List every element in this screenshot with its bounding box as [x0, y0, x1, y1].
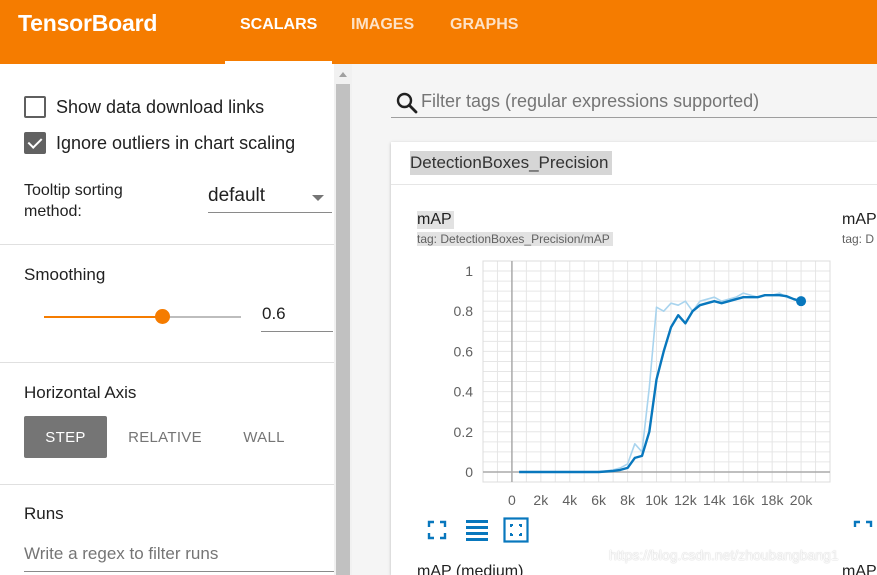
chart-tag-secondary: tag: D [842, 232, 875, 246]
tab-scalars[interactable]: SCALARS [240, 16, 317, 34]
y-tick-label: 0.2 [454, 424, 474, 440]
sidebar-scrollbar[interactable] [334, 64, 352, 575]
ignore-outliers-label: Ignore outliers in chart scaling [56, 132, 296, 153]
x-tick-label: 2k [533, 492, 549, 508]
map-line-chart[interactable]: 0 0.2 0.4 0.6 0.8 1 0 2k 4k 6k 8k 10k 12k 14k 16k 18k 20… [430, 255, 850, 515]
tooltip-sorting-value: default [208, 185, 266, 206]
tab-images[interactable]: IMAGES [351, 16, 414, 34]
dropdown-caret-icon [312, 195, 324, 201]
axis-step-button[interactable]: STEP [24, 416, 107, 458]
axis-wall-button[interactable]: WALL [228, 416, 300, 458]
y-tick-label: 1 [465, 263, 473, 279]
tag-filter[interactable]: Filter tags (regular expressions support… [391, 88, 877, 118]
tooltip-sorting-label: Tooltip sorting method: [24, 182, 123, 220]
last-point-marker [796, 296, 807, 307]
search-icon [396, 92, 418, 114]
top-app-bar: TensorBoard SCALARS IMAGES GRAPHS [0, 0, 877, 64]
tag-filter-placeholder: Filter tags (regular expressions support… [421, 91, 760, 111]
x-tick-label: 8k [620, 492, 636, 508]
y-tick-label: 0.4 [454, 384, 474, 400]
app-brand[interactable]: TensorBoard [18, 10, 157, 37]
runs-filter-input[interactable]: Write a regex to filter runs [24, 544, 334, 572]
axis-relative-button[interactable]: RELATIVE [120, 416, 210, 458]
next-chart-title: mAP (medium) [417, 563, 524, 575]
x-tick-label: 4k [562, 492, 578, 508]
show-download-links-checkbox[interactable] [24, 96, 46, 118]
chart-title: mAP [417, 211, 454, 229]
scrollbar-thumb[interactable] [336, 84, 350, 575]
log-scale-icon[interactable] [464, 517, 490, 543]
sidebar-divider [0, 362, 334, 363]
x-tick-label: 18k [761, 492, 785, 508]
chart-title-secondary: mAP [842, 211, 877, 228]
x-tick-label: 20k [790, 492, 814, 508]
sidebar-divider [0, 484, 334, 485]
scroll-up-arrow-icon[interactable] [339, 72, 347, 77]
tab-graphs[interactable]: GRAPHS [450, 16, 518, 34]
show-download-links-row[interactable]: Show data download links [24, 95, 264, 119]
smoothing-slider-fill [44, 316, 163, 318]
x-tick-label: 14k [703, 492, 727, 508]
smoothing-title: Smoothing [24, 265, 106, 284]
smoothing-slider[interactable] [44, 309, 241, 324]
x-tick-label: 12k [674, 492, 698, 508]
x-tick-label: 16k [732, 492, 756, 508]
y-tick-label: 0.8 [454, 303, 474, 319]
x-tick-label: 10k [645, 492, 669, 508]
next-chart-title-secondary: mAP [842, 563, 877, 575]
chart-tag: tag: DetectionBoxes_Precision/mAP [417, 232, 613, 246]
show-download-links-label: Show data download links [56, 96, 265, 117]
watermark-text: https://blog.csdn.net/zhoubangbang1 [609, 547, 839, 563]
tooltip-sorting-select[interactable]: default [208, 185, 332, 213]
expand-icon[interactable] [424, 517, 450, 543]
ignore-outliers-checkbox[interactable] [24, 132, 46, 154]
smoothing-input[interactable]: 0.6 [261, 304, 333, 332]
category-title[interactable]: DetectionBoxes_Precision [410, 151, 613, 175]
x-tick-label: 6k [591, 492, 607, 508]
ignore-outliers-row[interactable]: Ignore outliers in chart scaling [24, 131, 295, 155]
expand-icon-secondary[interactable] [850, 517, 876, 543]
raw-series-line [519, 292, 802, 473]
smoothing-slider-knob[interactable] [154, 309, 170, 324]
sidebar-divider [0, 244, 334, 245]
runs-title: Runs [24, 504, 64, 523]
fit-domain-icon[interactable] [503, 517, 529, 543]
horizontal-axis-title: Horizontal Axis [24, 383, 137, 402]
y-tick-label: 0 [465, 464, 473, 480]
x-tick-label: 0 [508, 492, 516, 508]
y-tick-label: 0.6 [454, 343, 474, 359]
